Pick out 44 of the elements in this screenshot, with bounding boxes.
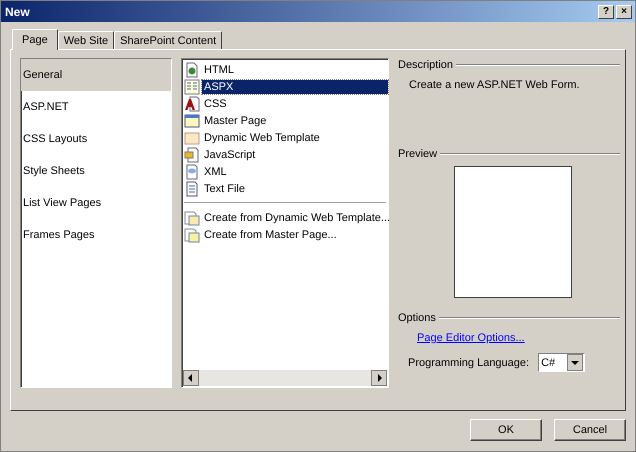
template-item[interactable]: Dynamic Web Template	[202, 130, 322, 144]
category-item[interactable]: Style Sheets	[21, 155, 171, 187]
language-label: Programming Language:	[408, 356, 530, 368]
section-heading: Options	[398, 312, 436, 324]
page-editor-options-link[interactable]: Page Editor Options...	[417, 332, 620, 344]
text-file-icon	[184, 180, 200, 196]
section-heading: Preview	[398, 148, 438, 160]
template-item[interactable]: Create from Dynamic Web Template...	[202, 210, 392, 224]
category-item[interactable]: List View Pages	[21, 187, 171, 219]
category-item[interactable]: CSS Layouts	[21, 123, 171, 155]
js-file-icon	[184, 146, 200, 162]
category-item[interactable]: Frames Pages	[21, 219, 171, 251]
template-item[interactable]: Text File	[202, 182, 247, 196]
template-item[interactable]: Create from Master Page...	[202, 228, 339, 242]
from-dwt-file-icon	[184, 210, 200, 226]
ok-button[interactable]: OK	[470, 419, 542, 441]
tab[interactable]: Page	[12, 29, 58, 50]
tab[interactable]: Web Site	[58, 31, 114, 49]
aspx-file-icon	[184, 78, 200, 94]
close-button[interactable]: ×	[616, 4, 632, 18]
help-button[interactable]: ?	[598, 4, 614, 18]
cancel-button[interactable]: Cancel	[554, 419, 626, 441]
category-item[interactable]: General	[21, 59, 171, 91]
master-file-icon	[184, 112, 200, 128]
template-item[interactable]: XML	[202, 164, 229, 178]
xml-file-icon	[184, 164, 200, 180]
template-item[interactable]: CSS	[202, 96, 229, 110]
window-title: New	[5, 4, 30, 18]
description-text: Create a new ASP.NET Web Form.	[409, 79, 581, 91]
tab[interactable]: SharePoint Content	[114, 31, 222, 49]
from-master-file-icon	[184, 226, 200, 242]
section-heading: Description	[398, 59, 454, 71]
template-item[interactable]: ASPX	[202, 80, 388, 94]
html-file-icon	[184, 62, 200, 78]
template-item[interactable]: JavaScript	[202, 148, 258, 162]
template-item[interactable]: HTML	[202, 62, 236, 76]
css-file-icon	[184, 96, 200, 112]
scroll-left-icon[interactable]	[183, 370, 199, 386]
scroll-right-icon[interactable]	[371, 370, 387, 386]
horizontal-scrollbar[interactable]	[183, 370, 387, 386]
template-item[interactable]: Master Page	[202, 114, 268, 128]
dwt-file-icon	[184, 130, 200, 146]
language-select[interactable]: C#	[538, 353, 586, 372]
category-item[interactable]: ASP.NET	[21, 91, 171, 123]
